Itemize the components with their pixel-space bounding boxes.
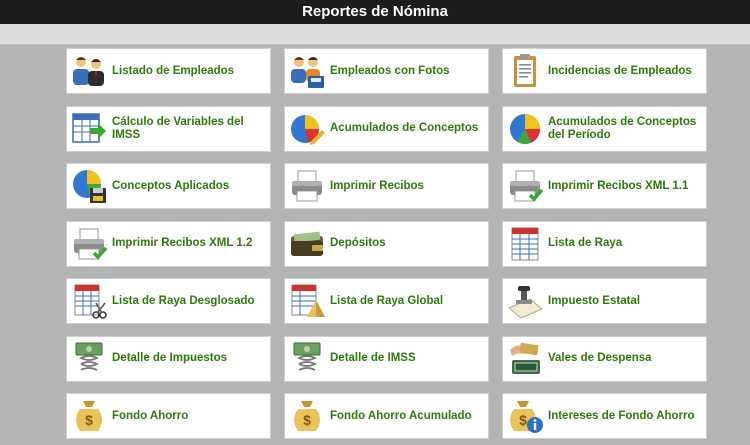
table-icon bbox=[511, 227, 539, 260]
money-spring-icon bbox=[293, 342, 321, 371]
report-incidencias[interactable]: Incidencias de Empleados bbox=[502, 48, 707, 94]
report-label: Lista de Raya Global bbox=[330, 294, 444, 307]
report-raya-global[interactable]: Lista de Raya Global bbox=[284, 278, 489, 324]
money-bag-icon: $ bbox=[294, 401, 320, 431]
report-label: Imprimir Recibos XML 1.1 bbox=[548, 179, 689, 192]
report-label: Fondo Ahorro Acumulado bbox=[330, 409, 472, 422]
spreadsheet-arrow-icon bbox=[72, 112, 106, 143]
printer-check-icon bbox=[74, 228, 108, 260]
report-depositos[interactable]: Depósitos bbox=[284, 220, 489, 267]
report-fondo-ahorro[interactable]: $ Fondo Ahorro bbox=[66, 393, 271, 439]
report-listado-empleados[interactable]: Listado de Empleados bbox=[66, 48, 271, 94]
report-vales-despensa[interactable]: Vales de Despensa bbox=[502, 335, 707, 382]
report-imprimir-recibos[interactable]: Imprimir Recibos bbox=[284, 163, 489, 209]
money-bag-info-icon: $ bbox=[510, 401, 543, 433]
report-acumulados-periodo[interactable]: Acumulados de Conceptos del Período bbox=[502, 105, 707, 152]
money-spring-icon bbox=[75, 342, 103, 371]
report-label: Impuesto Estatal bbox=[548, 294, 641, 307]
report-raya-desglosado[interactable]: Lista de Raya Desglosado bbox=[66, 278, 271, 324]
pie-chart-pencil-icon bbox=[291, 114, 325, 145]
document-stamp-icon bbox=[508, 286, 543, 319]
money-bag-icon: $ bbox=[76, 401, 102, 431]
clipboard-icon bbox=[514, 54, 536, 87]
report-fondo-ahorro-acumulado[interactable]: $ Fondo Ahorro Acumulado bbox=[284, 393, 489, 439]
svg-text:$: $ bbox=[85, 412, 93, 428]
printer-icon bbox=[292, 170, 322, 202]
printer-check-icon bbox=[510, 170, 544, 202]
report-label: Imprimir Recibos bbox=[330, 179, 424, 192]
report-label: Acumulados de Conceptos del Período bbox=[548, 115, 697, 141]
report-conceptos-aplicados[interactable]: Conceptos Aplicados bbox=[66, 163, 271, 209]
report-label: Incidencias de Empleados bbox=[548, 64, 692, 77]
report-label: Detalle de IMSS bbox=[330, 352, 416, 364]
report-intereses-fondo-ahorro[interactable]: $ Intereses de Fondo Ahorro bbox=[502, 393, 707, 439]
report-label: Acumulados de Conceptos bbox=[330, 122, 479, 134]
report-label: Listado de Empleados bbox=[112, 64, 235, 77]
report-empleados-fotos[interactable]: Empleados con Fotos bbox=[284, 48, 489, 94]
vouchers-icon bbox=[510, 342, 540, 374]
report-calculo-imss[interactable]: Cálculo de Variables del IMSS bbox=[66, 105, 271, 152]
table-pyramid-icon bbox=[291, 284, 325, 317]
svg-text:$: $ bbox=[303, 412, 311, 428]
report-lista-raya[interactable]: Lista de Raya bbox=[502, 220, 707, 267]
toolbar-strip bbox=[0, 24, 750, 45]
report-label: Lista de Raya Desglosado bbox=[112, 294, 255, 307]
table-scissors-icon bbox=[74, 284, 107, 319]
report-detalle-impuestos[interactable]: Detalle de Impuestos bbox=[66, 335, 271, 382]
report-label: Intereses de Fondo Ahorro bbox=[548, 409, 695, 422]
reports-grid: Listado de Empleados Empleados con Fotos… bbox=[66, 48, 707, 439]
report-label: Detalle de Impuestos bbox=[112, 352, 228, 364]
report-label: Empleados con Fotos bbox=[330, 64, 450, 77]
report-label: Fondo Ahorro bbox=[112, 409, 189, 422]
pie-chart-disk-icon bbox=[73, 170, 106, 203]
report-recibos-xml-12[interactable]: Imprimir Recibos XML 1.2 bbox=[66, 220, 271, 267]
report-label: Lista de Raya bbox=[548, 237, 623, 249]
report-label: Imprimir Recibos XML 1.2 bbox=[112, 237, 253, 249]
report-label: Vales de Despensa bbox=[548, 352, 652, 364]
employees-icon bbox=[73, 57, 104, 86]
employees-photos-icon bbox=[291, 57, 324, 88]
report-label: Conceptos Aplicados bbox=[112, 179, 230, 192]
report-recibos-xml-11[interactable]: Imprimir Recibos XML 1.1 bbox=[502, 163, 707, 209]
report-detalle-imss[interactable]: Detalle de IMSS bbox=[284, 335, 489, 382]
report-impuesto-estatal[interactable]: Impuesto Estatal bbox=[502, 278, 707, 324]
pie-chart-icon bbox=[510, 113, 541, 144]
report-acumulados-conceptos[interactable]: Acumulados de Conceptos bbox=[284, 105, 489, 152]
report-label: Depósitos bbox=[330, 237, 386, 249]
report-label: Cálculo de Variables del IMSS bbox=[112, 115, 244, 141]
page-title: Reportes de Nómina bbox=[0, 0, 750, 24]
wallet-icon bbox=[291, 231, 323, 256]
svg-text:$: $ bbox=[519, 412, 527, 428]
